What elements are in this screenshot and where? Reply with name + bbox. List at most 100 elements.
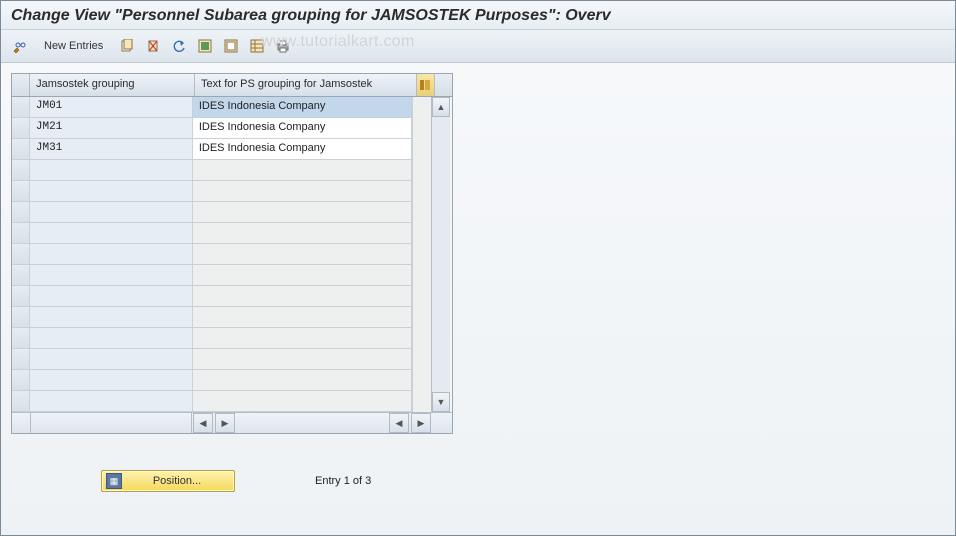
table-row-empty xyxy=(12,265,412,286)
cell-text[interactable] xyxy=(193,349,412,369)
position-label: Position... xyxy=(128,475,226,487)
select-all-column-header[interactable] xyxy=(12,74,30,96)
toolbar: New Entries www.tutorialkart.com xyxy=(1,30,955,63)
row-selector[interactable] xyxy=(12,181,30,201)
config-button[interactable] xyxy=(246,35,268,57)
cell-text[interactable]: IDES Indonesia Company xyxy=(193,139,412,159)
print-icon xyxy=(276,39,290,53)
scroll-down-button[interactable]: ▼ xyxy=(432,392,450,412)
table-header: Jamsostek grouping Text for PS grouping … xyxy=(12,74,452,97)
cell-text[interactable] xyxy=(193,370,412,390)
select-all-icon xyxy=(198,39,212,53)
row-selector[interactable] xyxy=(12,349,30,369)
hscroll-left-button[interactable]: ◀ xyxy=(193,413,213,433)
pencil-glasses-icon xyxy=(13,39,27,53)
toggle-display-change-button[interactable] xyxy=(9,35,31,57)
cell-code[interactable] xyxy=(30,391,193,411)
row-selector[interactable] xyxy=(12,160,30,180)
column-header-text[interactable]: Text for PS grouping for Jamsostek xyxy=(195,74,417,96)
copy-as-button[interactable] xyxy=(116,35,138,57)
deselect-all-button[interactable] xyxy=(220,35,242,57)
position-button[interactable]: ▦ Position... xyxy=(101,470,235,492)
cell-text[interactable] xyxy=(193,223,412,243)
cell-text[interactable] xyxy=(193,202,412,222)
row-selector[interactable] xyxy=(12,307,30,327)
delete-button[interactable] xyxy=(142,35,164,57)
cell-code[interactable] xyxy=(30,160,193,180)
select-all-button[interactable] xyxy=(194,35,216,57)
cell-code[interactable] xyxy=(30,202,193,222)
table-row-empty xyxy=(12,223,412,244)
cell-code[interactable] xyxy=(30,328,193,348)
table-row-empty xyxy=(12,160,412,181)
table-config-icon xyxy=(419,79,431,91)
row-selector[interactable] xyxy=(12,370,30,390)
row-selector[interactable] xyxy=(12,223,30,243)
cell-code[interactable]: JM01 xyxy=(30,97,193,117)
delete-icon xyxy=(146,39,160,53)
cell-text[interactable] xyxy=(193,265,412,285)
title-bar: Change View "Personnel Subarea grouping … xyxy=(1,1,955,30)
table-row: JM01IDES Indonesia Company xyxy=(12,97,412,118)
row-selector[interactable] xyxy=(12,202,30,222)
table-footer: ◀ ▶ ◀ ▶ xyxy=(12,412,452,433)
cell-code[interactable] xyxy=(30,265,193,285)
table-grid: Jamsostek grouping Text for PS grouping … xyxy=(11,73,453,434)
cell-text[interactable] xyxy=(193,160,412,180)
row-selector[interactable] xyxy=(12,328,30,348)
table-row-empty xyxy=(12,328,412,349)
cell-code[interactable] xyxy=(30,181,193,201)
table-row-empty xyxy=(12,286,412,307)
cell-code[interactable] xyxy=(30,370,193,390)
scroll-up-button[interactable]: ▲ xyxy=(432,97,450,117)
entry-counter: Entry 1 of 3 xyxy=(315,475,371,487)
cell-code[interactable] xyxy=(30,223,193,243)
new-entries-button[interactable]: New Entries xyxy=(35,37,112,55)
cell-text[interactable] xyxy=(193,244,412,264)
table-row-empty xyxy=(12,202,412,223)
deselect-all-icon xyxy=(224,39,238,53)
vertical-scrollbar[interactable]: ▲ ▼ xyxy=(431,97,450,412)
bottom-bar: ▦ Position... Entry 1 of 3 xyxy=(11,470,945,492)
table-row-empty xyxy=(12,349,412,370)
table-row-empty xyxy=(12,391,412,412)
cell-text[interactable] xyxy=(193,181,412,201)
table-config-button[interactable] xyxy=(417,74,435,96)
cell-text[interactable] xyxy=(193,307,412,327)
column-header-code[interactable]: Jamsostek grouping xyxy=(30,74,195,96)
cell-code[interactable] xyxy=(30,349,193,369)
table-settings-icon xyxy=(250,39,264,53)
cell-code[interactable] xyxy=(30,307,193,327)
row-selector[interactable] xyxy=(12,265,30,285)
undo-button[interactable] xyxy=(168,35,190,57)
table-row-empty xyxy=(12,370,412,391)
copy-icon xyxy=(120,39,134,53)
row-selector[interactable] xyxy=(12,118,30,138)
table-row-empty xyxy=(12,181,412,202)
hscroll-right-end-button[interactable]: ▶ xyxy=(411,413,431,433)
row-selector[interactable] xyxy=(12,244,30,264)
hscroll-right-button[interactable]: ▶ xyxy=(215,413,235,433)
cell-text[interactable] xyxy=(193,391,412,411)
print-button[interactable] xyxy=(272,35,294,57)
row-selector[interactable] xyxy=(12,286,30,306)
cell-text[interactable] xyxy=(193,286,412,306)
scroll-column-header xyxy=(435,74,452,96)
table-row-empty xyxy=(12,307,412,328)
row-selector[interactable] xyxy=(12,139,30,159)
table-body: JM01IDES Indonesia CompanyJM21IDES Indon… xyxy=(12,97,452,412)
page-title: Change View "Personnel Subarea grouping … xyxy=(11,7,611,24)
content-area: Jamsostek grouping Text for PS grouping … xyxy=(1,63,955,502)
cell-code[interactable] xyxy=(30,244,193,264)
cell-text[interactable]: IDES Indonesia Company xyxy=(193,97,412,117)
cell-code[interactable] xyxy=(30,286,193,306)
cell-text[interactable] xyxy=(193,328,412,348)
row-selector[interactable] xyxy=(12,391,30,411)
hscroll-left-end-button[interactable]: ◀ xyxy=(389,413,409,433)
table-row-empty xyxy=(12,244,412,265)
cell-code[interactable]: JM31 xyxy=(30,139,193,159)
row-selector[interactable] xyxy=(12,97,30,117)
scroll-track[interactable] xyxy=(432,117,450,392)
cell-text[interactable]: IDES Indonesia Company xyxy=(193,118,412,138)
cell-code[interactable]: JM21 xyxy=(30,118,193,138)
